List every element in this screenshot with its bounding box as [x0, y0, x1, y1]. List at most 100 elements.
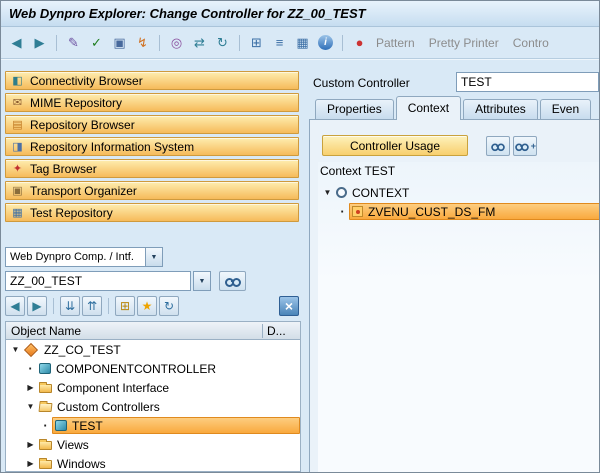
tree-node[interactable]: Views [37, 436, 300, 453]
add-favorites-icon[interactable]: ⊞ [115, 296, 135, 316]
tab-properties[interactable]: Properties [315, 99, 394, 119]
tree-node-label: Views [57, 438, 89, 452]
browser-button-label: Test Repository [30, 206, 113, 220]
check-icon[interactable]: ✓ [86, 32, 107, 53]
display-button[interactable] [219, 271, 246, 291]
tree-node-label: ZZ_CO_TEST [44, 343, 121, 357]
connectivity-icon: ◧ [11, 74, 24, 87]
tree-node[interactable]: Windows [37, 455, 300, 472]
toolbar-separator [239, 35, 240, 51]
close-icon[interactable]: × [279, 296, 299, 316]
browser-button-mime-repository[interactable]: ✉ MIME Repository [5, 93, 299, 112]
collapse-all-icon[interactable]: ⇈ [82, 296, 102, 316]
column-description[interactable]: D... [262, 324, 300, 338]
toolbar-button-pretty-printer[interactable]: Pretty Printer [429, 36, 499, 50]
browser-button-repository-browser[interactable]: ▤ Repository Browser [5, 115, 299, 134]
where-used-icon[interactable]: ◎ [166, 32, 187, 53]
object-node-component-interface[interactable]: ▶Component Interface [6, 378, 300, 397]
usage-row: Controller Usage + [322, 135, 600, 156]
tree-node-label: Windows [57, 457, 106, 471]
mime-repository-icon: ✉ [11, 96, 24, 109]
forward-icon[interactable]: ▶ [29, 32, 50, 53]
toolbar-button-pattern[interactable]: Pattern [376, 36, 415, 50]
copy-icon[interactable]: ▣ [109, 32, 130, 53]
context-node-zvenu-cust-ds-fm[interactable]: ·ZVENU_CUST_DS_FM [318, 202, 600, 221]
expand-arrow-icon[interactable]: ▶ [24, 383, 37, 392]
browser-button-tag-browser[interactable]: ✦Tag Browser [5, 159, 299, 178]
tree-node[interactable]: TEST [52, 417, 300, 434]
leaf-bullet: · [336, 204, 349, 219]
browser-button-label: Tag Browser [30, 162, 97, 176]
browser-button-connectivity-browser[interactable]: ◧Connectivity Browser [5, 71, 299, 90]
table-icon[interactable]: ▦ [292, 32, 313, 53]
info-icon[interactable]: i [318, 35, 333, 50]
browser-button-label: Repository Browser [30, 118, 135, 132]
repository-browser-icon: ▤ [11, 118, 24, 131]
forward-icon[interactable]: ▶ [27, 296, 47, 316]
object-node-views[interactable]: ▶ Views [6, 435, 300, 454]
toolbar-button-contro[interactable]: Contro [513, 36, 549, 50]
activate-icon[interactable]: ↯ [132, 32, 153, 53]
tree-node[interactable]: Component Interface [37, 379, 300, 396]
list-icon[interactable]: ≡ [269, 32, 290, 53]
favorites-icon[interactable]: ★ [137, 296, 157, 316]
tree-node[interactable]: ZZ_CO_TEST [22, 341, 300, 358]
tree-node[interactable]: COMPONENTCONTROLLER [37, 360, 300, 377]
browser-button-transport-organizer[interactable]: ▣Transport Organizer [5, 181, 299, 200]
find-button[interactable] [486, 136, 510, 156]
browser-button-repository-information-system[interactable]: ◨Repository Information System [5, 137, 299, 156]
object-list-header: Object Name D... [5, 321, 301, 339]
refresh-icon[interactable]: ↻ [212, 32, 233, 53]
tree-node[interactable]: Custom Controllers [37, 398, 300, 415]
object-node-zz-co-test[interactable]: ▼ ZZ_CO_TEST [6, 340, 300, 359]
back-icon[interactable]: ◀ [5, 296, 25, 316]
collapse-arrow-icon[interactable]: ▼ [321, 188, 334, 197]
controller-usage-button[interactable]: Controller Usage [322, 135, 468, 156]
plus-icon: + [531, 141, 536, 151]
browser-button-label: MIME Repository [30, 96, 122, 110]
breakpoint-icon[interactable]: ● [349, 32, 370, 53]
collapse-arrow-icon[interactable]: ▼ [9, 345, 22, 354]
find-next-button[interactable]: + [513, 136, 537, 156]
tab-context[interactable]: Context [396, 96, 461, 120]
context-root-icon [336, 187, 347, 198]
object-node-windows[interactable]: ▶ Windows [6, 454, 300, 472]
binoculars-icon [491, 141, 505, 150]
browser-button-test-repository[interactable]: ▦ Test Repository [5, 203, 299, 222]
display-change-icon[interactable]: ✎ [63, 32, 84, 53]
object-tree: ▼ZZ_CO_TEST·COMPONENTCONTROLLER▶Componen… [5, 339, 301, 472]
tree-node-label: COMPONENTCONTROLLER [56, 362, 216, 376]
chevron-down-icon[interactable]: ▼ [145, 248, 162, 266]
main-toolbar: ◀▶ ✎✓▣↯ ◎⇄↻ ⊞≡▦ i ● Pattern Pretty Printer Cont… [1, 27, 599, 59]
collapse-arrow-icon[interactable]: ▼ [24, 402, 37, 411]
expand-arrow-icon[interactable]: ▶ [24, 459, 37, 468]
refresh-icon[interactable]: ↻ [159, 296, 179, 316]
sap-window: Web Dynpro Explorer: Change Controller f… [0, 0, 600, 473]
context-tree: ▼CONTEXT·ZVENU_CUST_DS_FM [318, 183, 600, 221]
expand-all-icon[interactable]: ⇊ [60, 296, 80, 316]
tree-node-label: Custom Controllers [57, 400, 160, 414]
back-icon[interactable]: ◀ [6, 32, 27, 53]
object-name-input[interactable] [5, 271, 191, 291]
controller-name-input[interactable] [456, 72, 599, 92]
object-node-test[interactable]: ·TEST [6, 416, 300, 435]
window-title: Web Dynpro Explorer: Change Controller f… [9, 6, 366, 21]
goto-icon[interactable]: ⇄ [189, 32, 210, 53]
leaf-bullet: · [24, 361, 37, 376]
hierarchy-icon[interactable]: ⊞ [246, 32, 267, 53]
controller-icon [55, 420, 67, 431]
tab-attributes[interactable]: Attributes [463, 99, 538, 119]
object-node-componentcontroller[interactable]: · COMPONENTCONTROLLER [6, 359, 300, 378]
expand-arrow-icon[interactable]: ▶ [24, 440, 37, 449]
tree-node[interactable]: CONTEXT [334, 184, 600, 201]
tree-node[interactable]: ZVENU_CUST_DS_FM [349, 203, 600, 220]
history-dropdown-icon[interactable]: ▼ [193, 271, 211, 291]
object-node-custom-controllers[interactable]: ▼ Custom Controllers [6, 397, 300, 416]
toolbar-separator [53, 298, 54, 314]
object-type-select[interactable]: Web Dynpro Comp. / Intf. ▼ [5, 247, 163, 267]
context-node-context[interactable]: ▼CONTEXT [318, 183, 600, 202]
test-repository-icon: ▦ [11, 206, 24, 219]
tab-even[interactable]: Even [540, 99, 591, 119]
toolbar-icon-group: ◀▶ ✎✓▣↯ ◎⇄↻ ⊞≡▦ i ● [6, 32, 370, 53]
column-object-name[interactable]: Object Name [6, 324, 262, 338]
